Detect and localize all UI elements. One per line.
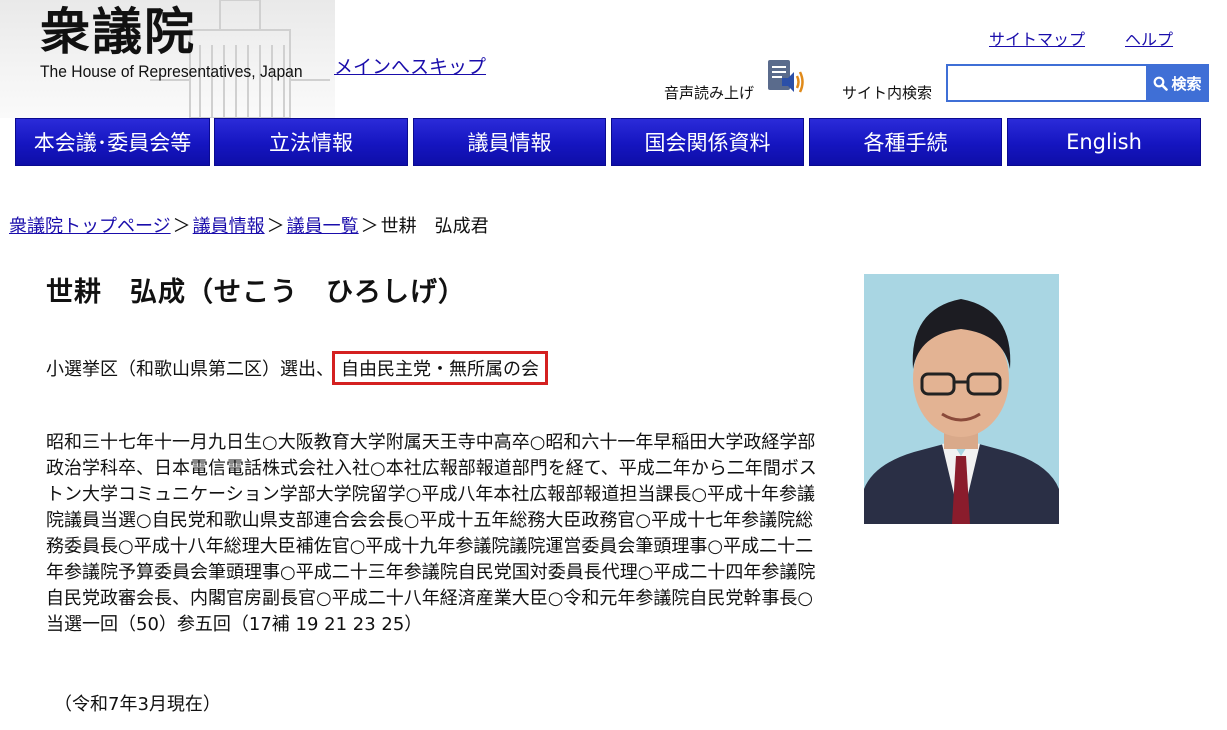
district-text: 小選挙区（和歌山県第二区）選出、 — [46, 359, 334, 380]
main-navigation: 本会議･委員会等 立法情報 議員情報 国会関係資料 各種手続 English — [15, 118, 1205, 166]
nav-english[interactable]: English — [1007, 118, 1201, 166]
nav-legislation-info[interactable]: 立法情報 — [214, 118, 408, 166]
breadcrumb-separator: ＞ — [360, 216, 379, 237]
breadcrumb-members-list-link[interactable]: 議員一覧 — [287, 216, 359, 237]
site-search-input[interactable] — [946, 64, 1146, 102]
nav-members-info[interactable]: 議員情報 — [413, 118, 606, 166]
skip-to-main-link[interactable]: メインへスキップ — [334, 52, 486, 79]
breadcrumb-current: 世耕 弘成君 — [380, 216, 489, 237]
member-name-heading: 世耕 弘成（せこう ひろしげ） — [46, 277, 466, 308]
site-search-label: サイト内検索 — [842, 84, 933, 102]
breadcrumb-separator: ＞ — [172, 216, 191, 237]
nav-diet-materials[interactable]: 国会関係資料 — [611, 118, 804, 166]
election-info: 小選挙区（和歌山県第二区）選出、 自由民主党・無所属の会 — [46, 351, 548, 385]
speaker-document-icon[interactable] — [766, 58, 806, 96]
member-photo — [864, 274, 1059, 524]
site-logo-english[interactable]: The House of Representatives, Japan — [40, 62, 303, 82]
member-biography: 昭和三十七年十一月九日生○大阪教育大学附属天王寺中高卒○昭和六十一年早稲田大学政… — [46, 432, 817, 635]
voice-read-label[interactable]: 音声読み上げ — [664, 82, 754, 103]
search-button[interactable]: 検索 — [1146, 64, 1209, 102]
breadcrumb-members-info-link[interactable]: 議員情報 — [193, 216, 265, 237]
member-portrait-image — [864, 274, 1059, 524]
help-link[interactable]: ヘルプ — [1125, 26, 1173, 50]
magnifier-icon — [1154, 76, 1169, 91]
party-name-highlight: 自由民主党・無所属の会 — [332, 351, 548, 385]
breadcrumb: 衆議院トップページ＞議員情報＞議員一覧＞世耕 弘成君 — [9, 212, 489, 238]
sitemap-link[interactable]: サイトマップ — [989, 26, 1085, 50]
search-button-label: 検索 — [1171, 74, 1202, 93]
nav-procedures[interactable]: 各種手続 — [809, 118, 1002, 166]
breadcrumb-home-link[interactable]: 衆議院トップページ — [9, 216, 171, 237]
breadcrumb-separator: ＞ — [266, 216, 285, 237]
site-header: 衆議院 The House of Representatives, Japan … — [0, 0, 1227, 118]
site-logo-kanji[interactable]: 衆議院 — [40, 2, 196, 62]
nav-plenary-committees[interactable]: 本会議･委員会等 — [15, 118, 210, 166]
as-of-date: （令和7年3月現在） — [54, 694, 221, 715]
